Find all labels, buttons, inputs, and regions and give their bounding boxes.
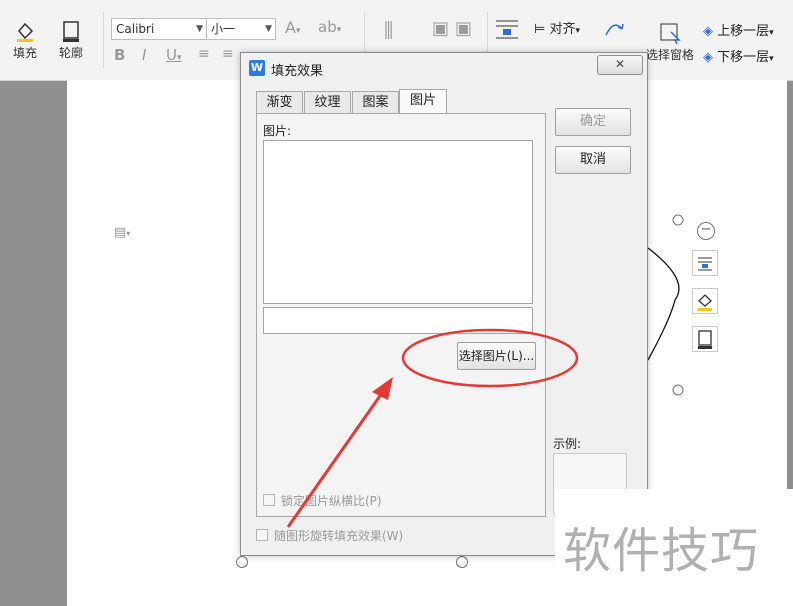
bring-forward-button[interactable]: ◈ 上移一层▾ bbox=[703, 20, 774, 39]
rotate-icon[interactable] bbox=[602, 17, 626, 44]
outline-label: 轮廓 bbox=[58, 46, 83, 60]
fill-bucket-icon bbox=[12, 18, 38, 44]
selection-handle[interactable] bbox=[672, 384, 684, 396]
collapse-icon[interactable]: − bbox=[697, 222, 715, 240]
selection-pane-icon bbox=[657, 20, 683, 46]
text-highlight-icon[interactable]: ab▾ bbox=[318, 18, 341, 36]
cancel-button[interactable]: 取消 bbox=[555, 146, 631, 174]
fill-effects-dialog: W 填充效果 ✕ 渐变 纹理 图案 图片 图片: 选择图片(L)... 锁定图片… bbox=[240, 52, 648, 556]
tab-gradient[interactable]: 渐变 bbox=[256, 91, 303, 113]
font-size-value: 小一 bbox=[211, 22, 236, 36]
font-color-icon[interactable]: A▾ bbox=[285, 18, 300, 37]
font-name-value: Calibri bbox=[116, 22, 155, 36]
wps-logo-icon: W bbox=[249, 60, 265, 76]
selection-pane-button[interactable]: 选择窗格 bbox=[646, 20, 694, 63]
watermark-text: 软件技巧 bbox=[563, 523, 760, 579]
fill-bucket-icon[interactable] bbox=[692, 288, 718, 314]
lock-aspect-ratio-checkbox[interactable] bbox=[263, 494, 275, 506]
separator bbox=[103, 12, 104, 68]
bold-icon[interactable]: B bbox=[114, 46, 125, 64]
underline-icon[interactable]: U▾ bbox=[166, 46, 182, 64]
vertical-text-icon[interactable]: ⫼ bbox=[384, 18, 393, 42]
fill-button[interactable]: 填充 bbox=[12, 18, 38, 61]
align-center-icon[interactable]: ≡ bbox=[222, 46, 234, 62]
align-label: 对齐 bbox=[549, 22, 576, 37]
layout-options-icon[interactable] bbox=[692, 250, 718, 276]
chevron-down-icon: ▼ bbox=[196, 24, 203, 34]
picture-tab-panel: 图片: 选择图片(L)... 锁定图片纵横比(P) bbox=[256, 113, 546, 517]
lock-aspect-ratio-label: 锁定图片纵横比(P) bbox=[281, 494, 382, 508]
outline-icon[interactable] bbox=[692, 326, 718, 352]
dialog-title: 填充效果 bbox=[271, 64, 324, 79]
align-button[interactable]: ⊨ 对齐▾ bbox=[534, 18, 580, 37]
picture-path-field bbox=[263, 307, 533, 334]
chevron-down-icon: ▼ bbox=[265, 24, 272, 34]
close-icon: ✕ bbox=[614, 57, 626, 71]
font-size-combo[interactable]: 小一 ▼ bbox=[206, 18, 276, 40]
watermark-box: 软件技巧 bbox=[555, 489, 793, 606]
paragraph-icon[interactable]: ▤▾ bbox=[114, 225, 130, 240]
text-box-icon[interactable]: ▣ bbox=[432, 18, 449, 39]
ok-button[interactable]: 确定 bbox=[555, 108, 631, 136]
font-name-combo[interactable]: Calibri ▼ bbox=[111, 18, 207, 40]
example-label: 示例: bbox=[553, 437, 582, 451]
text-effect-icon[interactable]: ▣ bbox=[455, 18, 472, 39]
picture-label: 图片: bbox=[263, 124, 292, 138]
outline-button[interactable]: 轮廓 bbox=[58, 18, 84, 61]
italic-icon[interactable]: I bbox=[142, 46, 146, 64]
rotate-with-shape-label: 随图形旋转填充效果(W) bbox=[274, 529, 404, 543]
close-button[interactable]: ✕ bbox=[597, 55, 643, 75]
tab-texture[interactable]: 纹理 bbox=[304, 91, 351, 113]
rotate-with-shape-checkbox[interactable] bbox=[256, 529, 268, 541]
tab-pattern[interactable]: 图案 bbox=[352, 91, 399, 113]
dialog-titlebar[interactable]: W 填充效果 ✕ bbox=[241, 53, 647, 83]
align-icon: ⊨ bbox=[534, 22, 546, 37]
selection-handle[interactable] bbox=[456, 556, 468, 568]
selection-handle[interactable] bbox=[236, 556, 248, 568]
selection-pane-label: 选择窗格 bbox=[646, 48, 695, 62]
outline-icon bbox=[58, 18, 84, 44]
align-left-icon[interactable]: ≡ bbox=[198, 46, 210, 62]
bring-forward-icon: ◈ bbox=[703, 24, 713, 39]
tab-picture[interactable]: 图片 bbox=[399, 89, 447, 113]
select-picture-button[interactable]: 选择图片(L)... bbox=[457, 342, 536, 370]
fill-label: 填充 bbox=[12, 46, 37, 60]
send-backward-icon: ◈ bbox=[703, 50, 713, 65]
picture-preview-box bbox=[263, 140, 533, 304]
send-backward-label: 下移一层 bbox=[717, 50, 770, 65]
selection-handle[interactable] bbox=[672, 214, 684, 226]
send-backward-button[interactable]: ◈ 下移一层▾ bbox=[703, 46, 774, 65]
bring-forward-label: 上移一层 bbox=[717, 24, 770, 39]
wrap-text-icon[interactable] bbox=[494, 18, 520, 43]
